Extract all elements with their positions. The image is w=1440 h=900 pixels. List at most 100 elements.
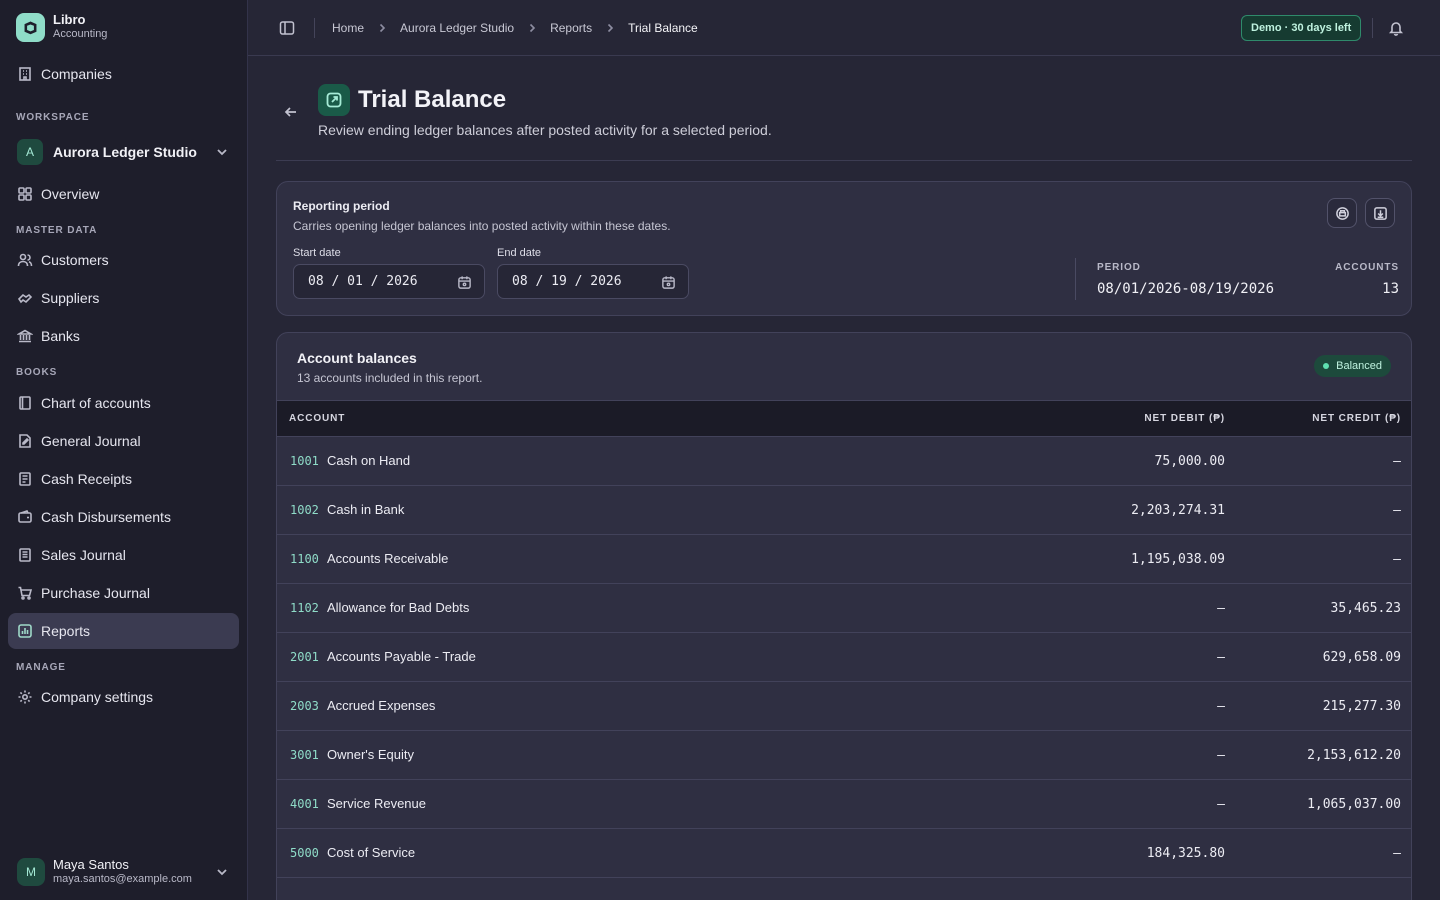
sidebar-item-banks[interactable]: Banks: [8, 318, 239, 354]
breadcrumb-home[interactable]: Home: [332, 21, 364, 35]
sidebar-item-cash-disbursements[interactable]: Cash Disbursements: [8, 499, 239, 535]
calendar-icon[interactable]: [661, 275, 676, 290]
table-row[interactable]: 5000 Cost of Service 184,325.80 –: [277, 829, 1411, 878]
table-row[interactable]: 1001 Cash on Hand 75,000.00 –: [277, 437, 1411, 486]
chevron-right-icon: [530, 23, 536, 33]
sidebar-item-sales-journal[interactable]: Sales Journal: [8, 537, 239, 573]
sidebar-item-purchase-journal[interactable]: Purchase Journal: [8, 575, 239, 611]
demo-badge[interactable]: Demo · 30 days left: [1241, 15, 1362, 41]
sidebar: Libro Accounting Companies WORKSPACE A A…: [0, 0, 248, 900]
table-row[interactable]: 2001 Accounts Payable - Trade – 629,658.…: [277, 633, 1411, 682]
sidebar-item-label: Cash Receipts: [41, 471, 133, 487]
net-debit: 75,000.00: [1154, 454, 1225, 469]
sidebar-toggle-icon[interactable]: [279, 20, 295, 36]
reporting-period-card: Reporting period Carries opening ledger …: [276, 181, 1412, 316]
net-debit: –: [1217, 699, 1225, 714]
back-arrow-icon[interactable]: [283, 104, 299, 120]
bank-icon: [17, 329, 33, 343]
wallet-icon: [18, 510, 32, 523]
sidebar-item-label: Overview: [41, 186, 100, 202]
breadcrumb-company[interactable]: Aurora Ledger Studio: [400, 21, 514, 35]
account-name: Accrued Expenses: [327, 698, 436, 713]
net-credit: –: [1393, 846, 1401, 861]
chevron-right-icon: [379, 23, 386, 33]
table-row[interactable]: 1100 Accounts Receivable 1,195,038.09 –: [277, 535, 1411, 584]
sidebar-item-reports[interactable]: Reports: [8, 613, 239, 649]
table-row[interactable]: 1102 Allowance for Bad Debts – 35,465.23: [277, 584, 1411, 633]
account-balances-description: 13 accounts included in this report.: [297, 371, 483, 385]
account-code: 4001: [290, 797, 319, 811]
topbar: Home Aurora Ledger Studio Reports Trial …: [248, 0, 1440, 56]
workspace-switcher[interactable]: A Aurora Ledger Studio: [8, 134, 239, 170]
bell-icon[interactable]: [1388, 20, 1404, 36]
user-menu[interactable]: M Maya Santos maya.santos@example.com: [8, 852, 239, 892]
net-credit: 35,465.23: [1330, 601, 1401, 616]
reporting-period-title: Reporting period: [293, 199, 390, 213]
breadcrumb-current: Trial Balance: [628, 21, 698, 35]
net-credit: 215,277.30: [1322, 699, 1401, 714]
page-title: Trial Balance: [358, 86, 507, 113]
net-debit: –: [1217, 601, 1225, 616]
net-credit: –: [1393, 552, 1401, 567]
sidebar-item-label: Chart of accounts: [41, 395, 151, 411]
table-header: ACCOUNT NET DEBIT (₱) NET CREDIT (₱): [277, 400, 1411, 437]
receipt-icon: [19, 472, 31, 486]
account-code: 2003: [290, 699, 319, 713]
sidebar-item-label: General Journal: [41, 433, 141, 449]
avatar: M: [17, 858, 45, 886]
calendar-icon[interactable]: [457, 275, 472, 290]
sidebar-item-label: Purchase Journal: [41, 585, 150, 601]
table-row[interactable]: 4001 Service Revenue – 1,065,037.00: [277, 780, 1411, 829]
start-date-input[interactable]: 08 / 01 / 2026: [293, 264, 485, 299]
sidebar-item-company-settings[interactable]: Company settings: [8, 679, 239, 715]
brand[interactable]: Libro Accounting: [16, 12, 107, 42]
net-debit: 1,195,038.09: [1131, 552, 1225, 567]
net-debit: 2,203,274.31: [1131, 503, 1225, 518]
user-email: maya.santos@example.com: [53, 873, 192, 885]
brand-logo-icon: [16, 12, 45, 42]
section-label-books: BOOKS: [16, 367, 58, 378]
table-row[interactable]: 1002 Cash in Bank 2,203,274.31 –: [277, 486, 1411, 535]
sidebar-item-general-journal[interactable]: General Journal: [8, 423, 239, 459]
sidebar-item-suppliers[interactable]: Suppliers: [8, 280, 239, 316]
account-code: 2001: [290, 650, 319, 664]
sidebar-item-companies[interactable]: Companies: [8, 56, 239, 92]
download-button[interactable]: [1365, 198, 1395, 228]
workspace-name: Aurora Ledger Studio: [53, 144, 197, 160]
breadcrumb-reports[interactable]: Reports: [550, 21, 592, 35]
section-label-manage: MANAGE: [16, 662, 66, 673]
divider: [276, 160, 1412, 161]
account-name: Owner's Equity: [327, 747, 415, 762]
brand-subtitle: Accounting: [53, 28, 108, 40]
accounts-value: 13: [1382, 281, 1399, 297]
sidebar-item-label: Banks: [41, 328, 80, 344]
report-icon: [318, 84, 350, 116]
grid-icon: [18, 187, 32, 201]
sidebar-item-chart-of-accounts[interactable]: Chart of accounts: [8, 385, 239, 421]
section-label-master-data: MASTER DATA: [16, 225, 98, 236]
account-name: Allowance for Bad Debts: [327, 600, 470, 615]
sidebar-item-cash-receipts[interactable]: Cash Receipts: [8, 461, 239, 497]
net-debit: 184,325.80: [1146, 846, 1225, 861]
account-name: Cash in Bank: [327, 502, 405, 517]
start-date-value: 08 / 01 / 2026: [308, 274, 418, 289]
table-row[interactable]: 3001 Owner's Equity – 2,153,612.20: [277, 731, 1411, 780]
net-credit: 2,153,612.20: [1307, 748, 1401, 763]
brand-name: Libro: [53, 12, 86, 27]
sidebar-item-label: Reports: [41, 623, 91, 639]
bar-chart-icon: [18, 624, 32, 638]
gear-icon: [18, 690, 32, 704]
end-date-label: End date: [497, 247, 542, 259]
divider: [1075, 258, 1076, 300]
net-credit: –: [1393, 454, 1401, 469]
table-row[interactable]: 2003 Accrued Expenses – 215,277.30: [277, 682, 1411, 731]
section-label-workspace: WORKSPACE: [16, 112, 90, 123]
print-button[interactable]: [1327, 198, 1357, 228]
end-date-value: 08 / 19 / 2026: [512, 274, 622, 289]
workspace-avatar: A: [17, 139, 43, 165]
net-credit: 629,658.09: [1322, 650, 1401, 665]
sidebar-item-overview[interactable]: Overview: [8, 176, 239, 212]
end-date-input[interactable]: 08 / 19 / 2026: [497, 264, 689, 299]
chevron-down-icon: [217, 149, 227, 156]
sidebar-item-customers[interactable]: Customers: [8, 242, 239, 278]
